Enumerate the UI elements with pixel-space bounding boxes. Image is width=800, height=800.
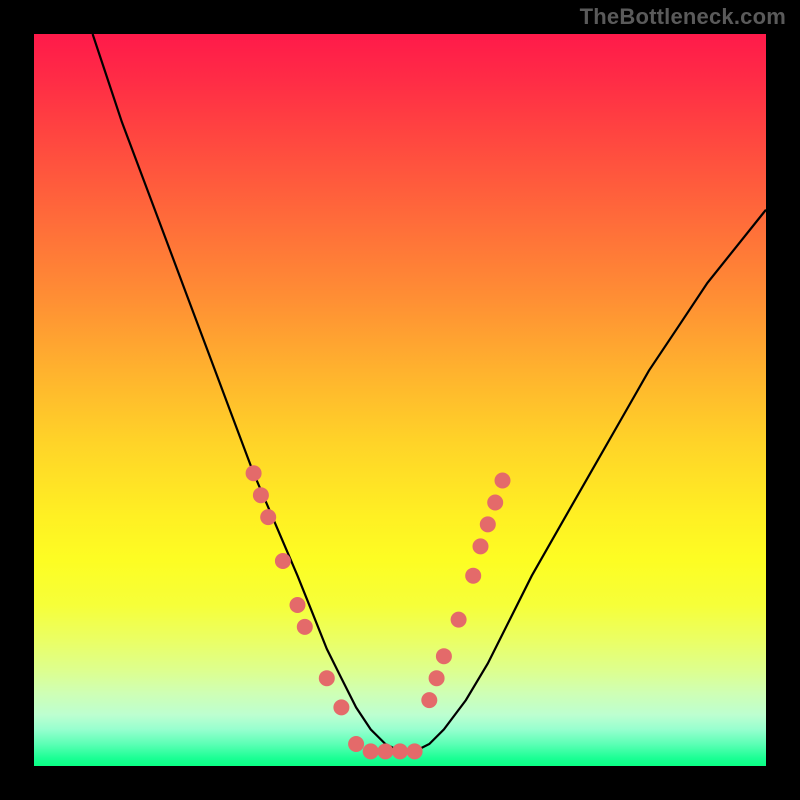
marker-right — [436, 648, 452, 664]
marker-left — [253, 487, 269, 503]
marker-left — [297, 619, 313, 635]
marker-right — [480, 516, 496, 532]
marker-right — [451, 612, 467, 628]
chart-frame: TheBottleneck.com — [0, 0, 800, 800]
marker-left — [246, 465, 262, 481]
marker-bottom — [363, 743, 379, 759]
marker-right — [465, 568, 481, 584]
curve-svg — [34, 34, 766, 766]
marker-bottom — [377, 743, 393, 759]
marker-right — [495, 473, 511, 489]
marker-bottom — [348, 736, 364, 752]
marker-group — [246, 465, 511, 759]
marker-right — [429, 670, 445, 686]
marker-left — [319, 670, 335, 686]
marker-left — [260, 509, 276, 525]
marker-left — [275, 553, 291, 569]
marker-left — [333, 699, 349, 715]
marker-left — [290, 597, 306, 613]
marker-right — [421, 692, 437, 708]
bottleneck-curve-path — [93, 34, 766, 751]
marker-bottom — [407, 743, 423, 759]
marker-right — [487, 495, 503, 511]
plot-area — [34, 34, 766, 766]
watermark-text: TheBottleneck.com — [580, 4, 786, 30]
marker-right — [473, 538, 489, 554]
marker-bottom — [392, 743, 408, 759]
